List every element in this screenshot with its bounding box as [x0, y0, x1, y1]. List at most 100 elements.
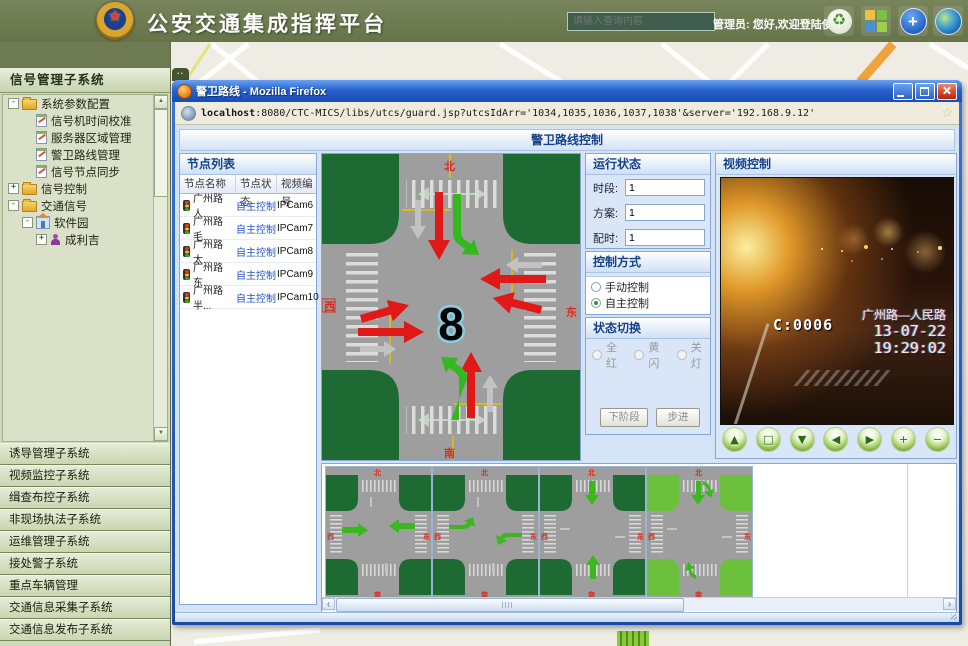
pan-up-button[interactable]: ▲ — [722, 427, 747, 452]
url-text[interactable]: localhost:8080/CTC-MICS/libs/utcs/guard.… — [201, 108, 941, 119]
sidebar-item-video-surveillance[interactable]: 视频监控子系统 — [0, 465, 170, 487]
node-video-id: IPCam8 — [277, 246, 315, 257]
sidebar-item-key-vehicles[interactable]: 重点车辆管理 — [0, 575, 170, 597]
signal-tree: - 系统参数配置 信号机时间校准 服务器区域管理 警卫路线管理 信号节点同步 — [2, 94, 168, 442]
refresh-button[interactable]: ♻ — [824, 6, 854, 36]
radio-auto-selected[interactable] — [591, 298, 601, 308]
status-switch-title: 状态切换 — [586, 318, 710, 339]
sidebar-item-investigation[interactable]: 缉查布控子系统 — [0, 487, 170, 509]
sidebar-item-traffic-release[interactable]: 交通信息发布子系统 — [0, 619, 170, 641]
tree-item-time-calibration[interactable]: 信号机时间校准 — [3, 112, 167, 129]
auto-control-option[interactable]: 自主控制 — [591, 295, 710, 311]
scrollbar-thumb[interactable] — [336, 598, 684, 612]
tree-toggle[interactable]: - — [8, 200, 19, 211]
all-red-option[interactable]: 全红 — [592, 347, 625, 363]
phase-thumbnail-3[interactable]: 北 西 东 南 — [539, 466, 646, 599]
col-node-status: 节点状态 — [236, 175, 277, 193]
window-titlebar[interactable]: 警卫路线 - Mozilla Firefox — [172, 80, 962, 102]
tree-scrollbar[interactable]: ▲ ▼ — [153, 95, 167, 441]
phase-thumbnail-4[interactable]: 北 西 东 南 — [646, 466, 753, 599]
node-status-link[interactable]: 自主控制 — [236, 244, 277, 259]
bookmark-star-icon[interactable]: ☆ — [941, 105, 953, 121]
step-button[interactable]: 步进 — [656, 408, 700, 427]
tree-item-signal-control[interactable]: + 信号控制 — [3, 180, 167, 197]
sidebar-item-police-dispatch[interactable]: 接处警子系统 — [0, 553, 170, 575]
add-button[interactable]: + — [898, 6, 928, 36]
lights-off-label: 关灯 — [691, 339, 710, 371]
direction-label-north: 北 — [444, 159, 455, 173]
radio-yellow-flash[interactable] — [634, 350, 644, 360]
scroll-down-icon[interactable]: ▼ — [154, 427, 168, 441]
period-input[interactable] — [625, 179, 705, 196]
manual-control-option[interactable]: 手动控制 — [591, 279, 710, 295]
traffic-light-icon — [183, 269, 190, 280]
close-button[interactable] — [937, 83, 957, 100]
horizontal-scrollbar[interactable]: ‹ › — [322, 597, 956, 611]
scroll-right-icon[interactable]: › — [943, 598, 956, 610]
timing-input[interactable] — [625, 229, 705, 246]
apps-button[interactable] — [861, 6, 891, 36]
phase-thumbnail-2[interactable]: 北 西 东 南 — [432, 466, 539, 599]
tree-item-software-park[interactable]: - 软件园 — [3, 214, 167, 231]
zoom-in-button[interactable]: + — [891, 427, 916, 452]
table-row[interactable]: 广州路半... 自主控制 IPCam10 — [180, 286, 316, 309]
tree-toggle[interactable]: + — [36, 234, 47, 245]
sidebar-item-guidance[interactable]: 诱导管理子系统 — [0, 443, 170, 465]
map-button[interactable] — [933, 6, 963, 36]
yellow-flash-option[interactable]: 黄闪 — [634, 347, 667, 363]
node-status-link[interactable]: 自主控制 — [236, 267, 277, 282]
tree-toggle[interactable]: - — [8, 98, 19, 109]
tree-item-traffic-signal[interactable]: - 交通信号 — [3, 197, 167, 214]
tree-label: 信号节点同步 — [51, 164, 120, 180]
plan-input[interactable] — [625, 204, 705, 221]
pan-down-button[interactable]: ▼ — [790, 427, 815, 452]
doc-icon — [36, 114, 47, 127]
scroll-up-icon[interactable]: ▲ — [154, 95, 168, 109]
search-input[interactable] — [567, 12, 715, 31]
sidebar-item-traffic-collection[interactable]: 交通信息采集子系统 — [0, 597, 170, 619]
tree-toggle[interactable]: - — [22, 217, 33, 228]
tree-item-server-region[interactable]: 服务器区域管理 — [3, 129, 167, 146]
page-icon — [181, 106, 196, 121]
radio-all-red[interactable] — [592, 350, 602, 360]
node-list-title: 节点列表 — [180, 154, 316, 175]
traffic-light-icon — [183, 246, 190, 257]
next-phase-button[interactable]: 下阶段 — [600, 408, 648, 427]
control-mode-panel: 控制方式 手动控制 自主控制 — [585, 251, 711, 315]
node-name: 广州路半... — [193, 282, 236, 312]
field-label-period: 时段: — [593, 180, 625, 196]
police-badge-logo: ★ — [96, 2, 134, 40]
zoom-out-button[interactable]: − — [925, 427, 950, 452]
svg-text:西: 西 — [541, 533, 548, 541]
radio-manual[interactable] — [591, 282, 601, 292]
tree-item-chengliji[interactable]: + 成利吉 — [3, 231, 167, 248]
node-video-id: IPCam9 — [277, 269, 315, 280]
radio-lights-off[interactable] — [677, 350, 687, 360]
node-status-link[interactable]: 自主控制 — [236, 221, 277, 236]
sidebar-item-signal-subsystem[interactable]: 信号管理子系统 — [0, 68, 170, 93]
phase-thumbnail-1[interactable]: 北 西 东 南 — [325, 466, 432, 599]
tree-toggle[interactable]: + — [8, 183, 19, 194]
pan-right-button[interactable]: ▶ — [857, 427, 882, 452]
tree-item-node-sync[interactable]: 信号节点同步 — [3, 163, 167, 180]
pan-left-button[interactable]: ◀ — [823, 427, 848, 452]
node-table: 节点名称 节点状态 视频编号 广州路人... 自主控制 IPCam6 广州路毛.… — [180, 175, 316, 309]
camera-video-feed[interactable]: C:0006 广州路—人民路 13-07-22 19:29:02 — [720, 177, 954, 425]
stop-button[interactable]: □ — [756, 427, 781, 452]
control-mode-title: 控制方式 — [586, 252, 710, 273]
lights-off-option[interactable]: 关灯 — [677, 347, 710, 363]
node-status-link[interactable]: 自主控制 — [236, 290, 277, 305]
sidebar-item-ops-management[interactable]: 运维管理子系统 — [0, 531, 170, 553]
maximize-button[interactable] — [915, 83, 935, 100]
sidebar-item-offsite-enforcement[interactable]: 非现场执法子系统 — [0, 509, 170, 531]
traffic-light-icon — [183, 292, 190, 303]
manual-control-label: 手动控制 — [605, 279, 649, 295]
tree-item-system-params[interactable]: - 系统参数配置 — [3, 95, 167, 112]
scrollbar-thumb[interactable] — [154, 109, 168, 197]
tree-item-guard-route[interactable]: 警卫路线管理 — [3, 146, 167, 163]
url-bar[interactable]: localhost:8080/CTC-MICS/libs/utcs/guard.… — [175, 102, 959, 125]
node-status-link[interactable]: 自主控制 — [236, 198, 277, 213]
folder-icon — [22, 99, 37, 110]
scroll-left-icon[interactable]: ‹ — [322, 598, 335, 610]
minimize-button[interactable] — [893, 83, 913, 100]
